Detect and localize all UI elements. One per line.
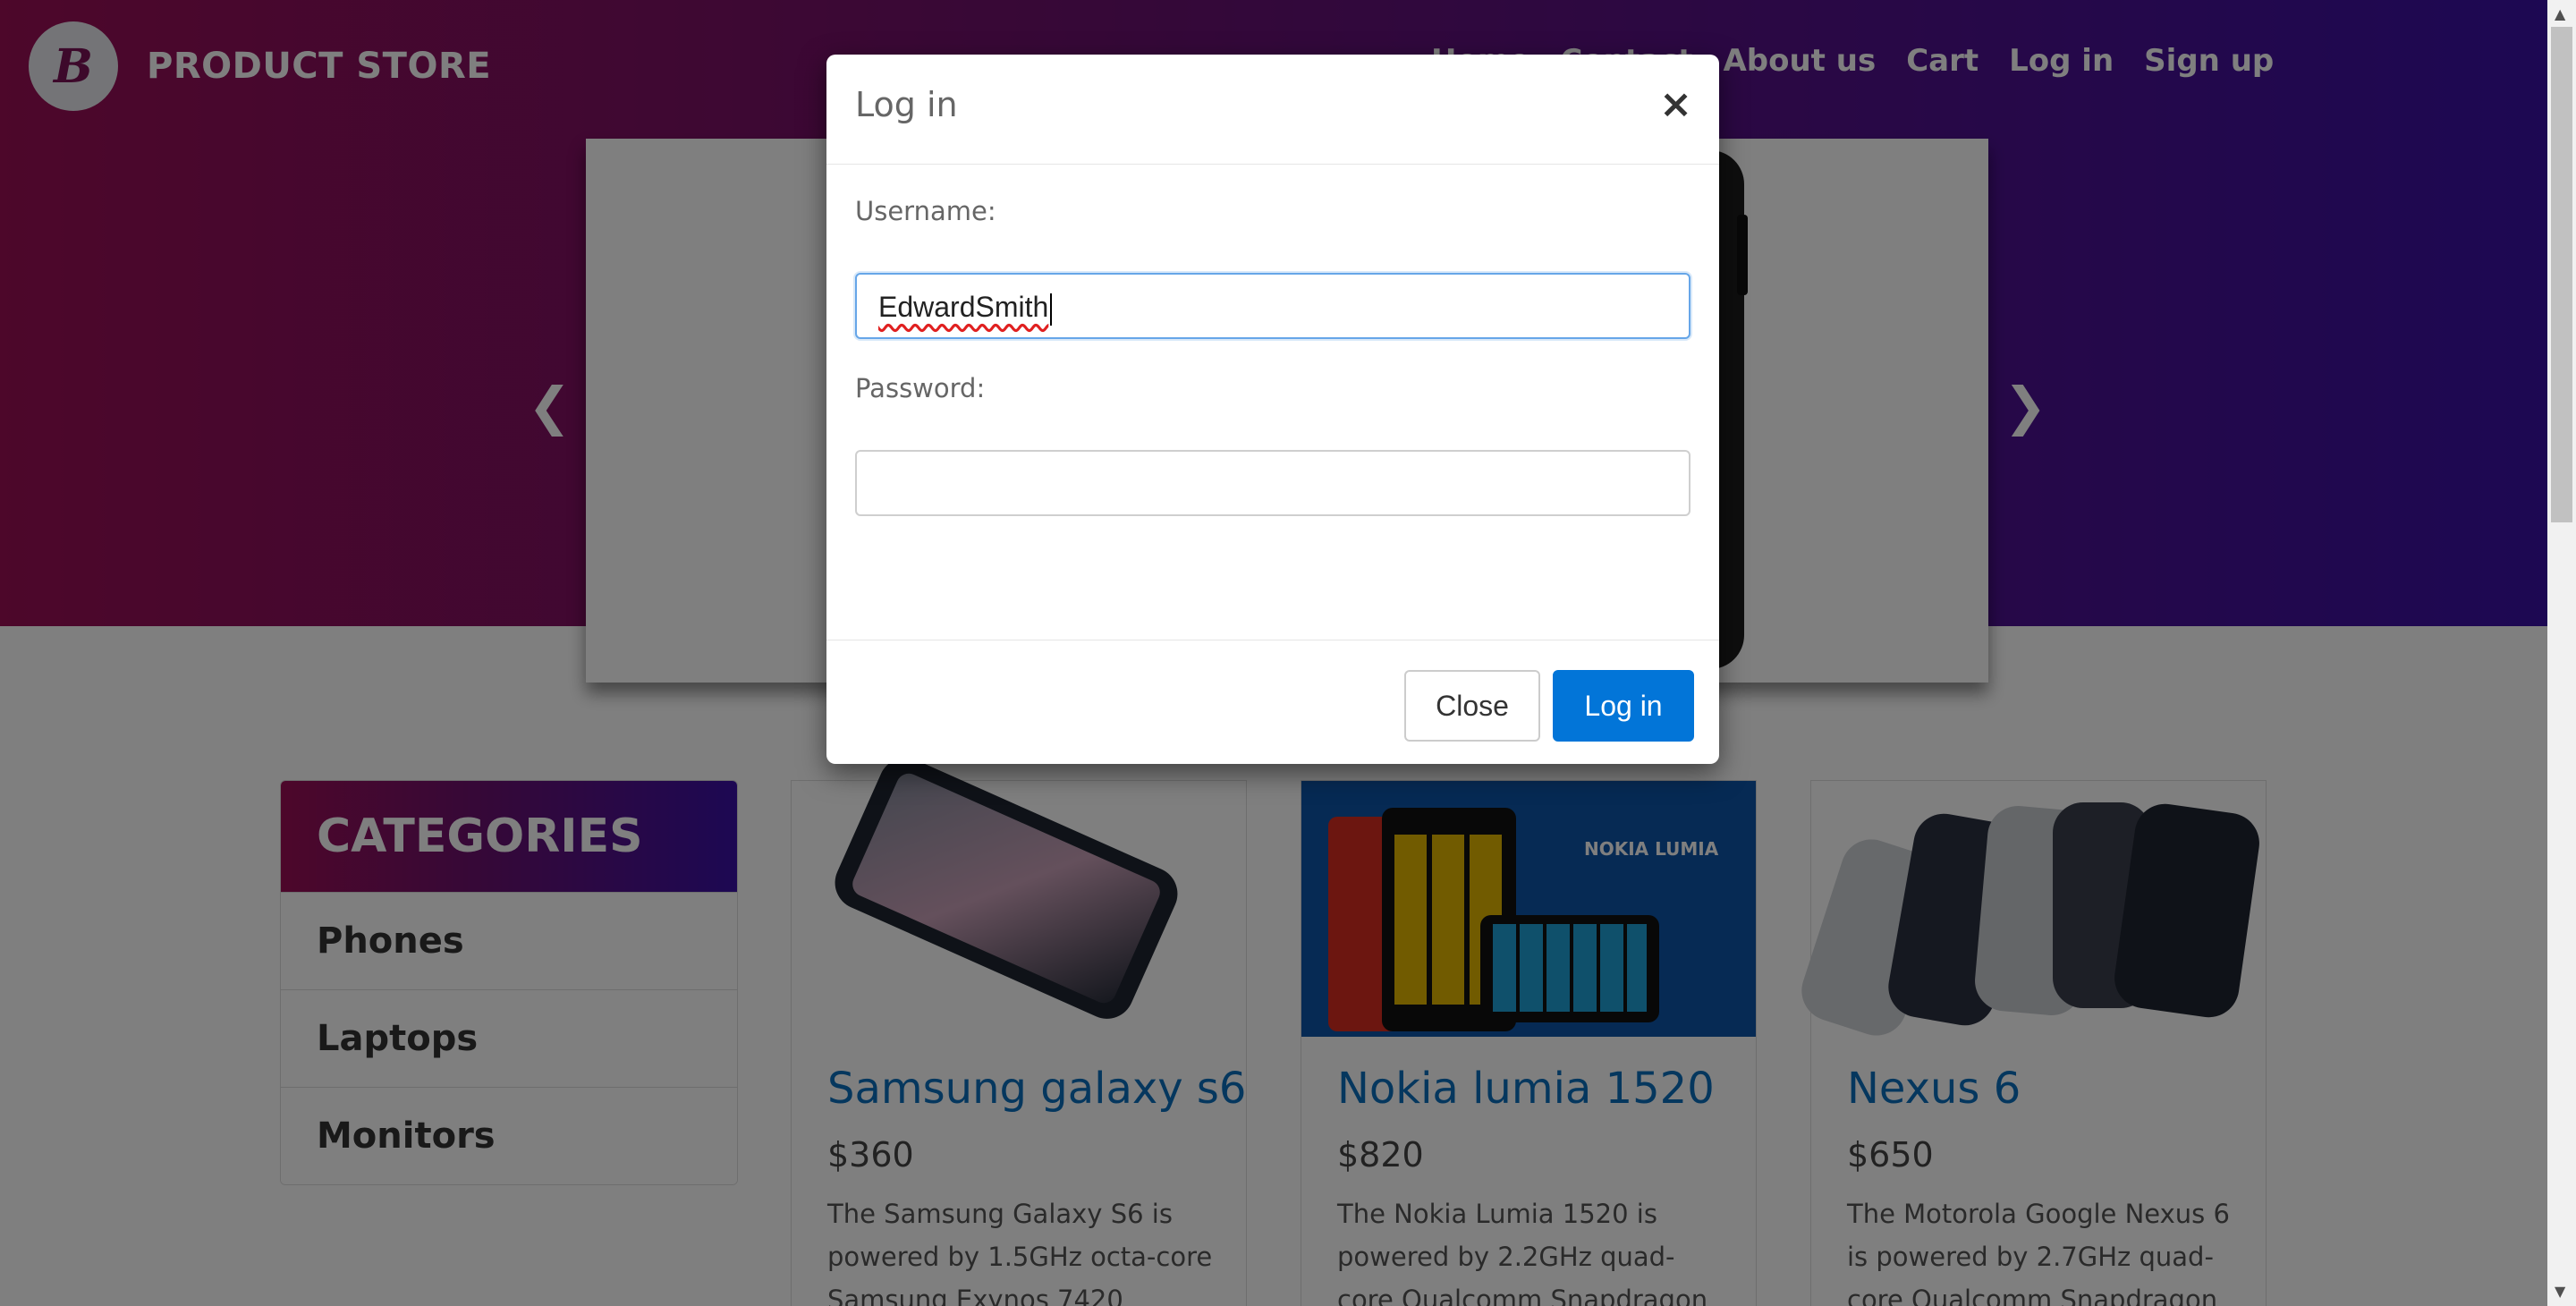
password-label: Password:	[855, 373, 986, 403]
scroll-down-arrow-icon[interactable]: ▼	[2555, 1283, 2565, 1300]
username-label: Username:	[855, 196, 996, 226]
close-icon[interactable]: ×	[1659, 81, 1692, 127]
close-button[interactable]: Close	[1404, 670, 1540, 742]
login-button[interactable]: Log in	[1553, 670, 1694, 742]
username-input[interactable]: EdwardSmith	[855, 273, 1690, 339]
modal-header: Log in ×	[826, 55, 1719, 165]
scroll-up-arrow-icon[interactable]: ▲	[2555, 5, 2565, 22]
password-input[interactable]	[855, 450, 1690, 516]
text-caret	[1050, 293, 1053, 326]
username-value: EdwardSmith	[878, 291, 1053, 326]
page: B PRODUCT STORE Home Contact About us Ca…	[0, 0, 2547, 1306]
scrollbar-thumb[interactable]	[2551, 27, 2572, 522]
login-modal: Log in × Username: EdwardSmith Password:…	[826, 55, 1719, 764]
modal-footer: Close Log in	[826, 640, 1719, 765]
modal-title: Log in	[855, 85, 958, 124]
